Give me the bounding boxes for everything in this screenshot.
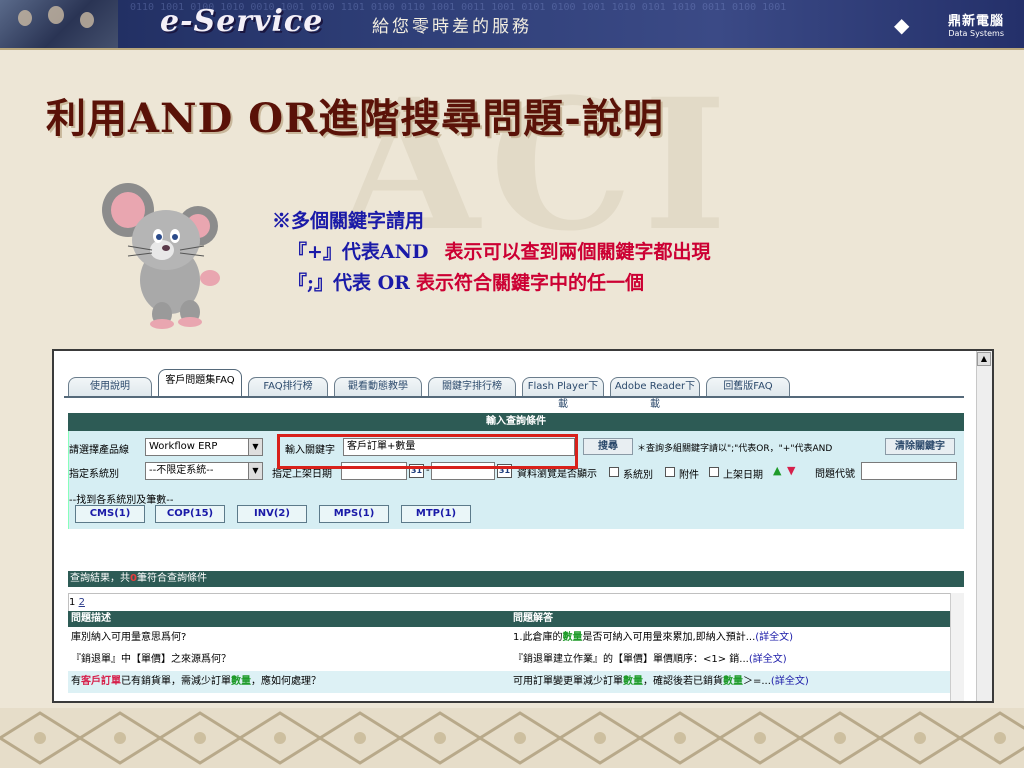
results-scrollbar[interactable] xyxy=(950,593,964,701)
product-line-value: Workflow ERP xyxy=(149,441,218,452)
result-summary: 查詢結果，共0筆符合查詢條件 xyxy=(68,571,964,587)
system-button-cop[interactable]: COP(15) xyxy=(155,505,225,523)
keyword-input[interactable]: 客戶訂單+數量 xyxy=(343,438,575,456)
date-checkbox[interactable] xyxy=(709,467,719,477)
date-checkbox-label: 上架日期 xyxy=(723,470,763,481)
note-or-symbol: 『;』代表 OR xyxy=(288,272,410,294)
read-more-link[interactable]: (詳全文) xyxy=(771,676,809,687)
tab-underline xyxy=(64,396,964,398)
banner-slogan: 給您零時差的服務 xyxy=(372,17,532,37)
calendar-icon[interactable]: 31 xyxy=(409,464,424,478)
attachment-checkbox-label: 附件 xyxy=(679,470,699,481)
read-more-link[interactable]: (詳全文) xyxy=(755,632,793,643)
system-checkbox-label: 系統別 xyxy=(623,470,653,481)
faq-web-page: ▲ 使用說明 客戶問題集FAQ FAQ排行榜 觀看動態教學 關鍵字排行榜 Fla… xyxy=(52,349,994,703)
table-row[interactable]: 『銷退單』中【單價】之來源爲何？ 『銷退單建立作業』的【單價】單價順序：<1> … xyxy=(68,649,964,671)
search-button[interactable]: 搜尋 xyxy=(583,438,633,455)
row-answer: 可用訂單變更單減少訂單數量，確認後若已銷貨數量＞=...(詳全文) xyxy=(513,676,809,687)
pager: 1 2 xyxy=(68,593,964,611)
sort-down-arrow-icon[interactable]: ▼ xyxy=(787,464,795,477)
result-prefix: 查詢結果，共 xyxy=(70,573,130,584)
calendar-icon[interactable]: 31 xyxy=(497,464,512,478)
tab-usage-guide[interactable]: 使用說明 xyxy=(68,377,152,397)
tab-video-tutorial[interactable]: 觀看動態教學 xyxy=(334,377,422,397)
tab-adobe-download[interactable]: Adobe Reader下載 xyxy=(610,377,700,410)
instruction-notes: ※多個關鍵字請用 『+』代表AND 表示可以查到兩個關鍵字都出現 『;』代表 OR… xyxy=(272,206,711,299)
date-separator: - xyxy=(426,465,430,476)
tab-flash-download[interactable]: Flash Player下載 xyxy=(522,377,604,410)
attachment-checkbox[interactable] xyxy=(665,467,675,477)
note-and-desc: 表示可以查到兩個關鍵字都出現 xyxy=(444,241,711,263)
chevron-down-icon[interactable]: ▼ xyxy=(248,439,262,455)
table-row[interactable]: 庫別納入可用量意思爲何? 1.此倉庫的數量是否可納入可用量來累加,即納入預計..… xyxy=(68,627,964,649)
search-section-title: 輸入查詢條件 xyxy=(68,413,964,431)
system-checkbox[interactable] xyxy=(609,467,619,477)
clear-keyword-button[interactable]: 清除關鍵字 xyxy=(885,438,955,455)
row-answer: 『銷退單建立作業』的【單價】單價順序：<1> 銷...(詳全文) xyxy=(513,654,787,665)
date-label: 指定上架日期 xyxy=(272,469,332,480)
note-and-symbol: 『+』代表AND xyxy=(288,241,429,263)
bottom-decoration xyxy=(0,708,1024,768)
result-count: 0 xyxy=(130,573,137,584)
results-header: 問題描述 問題解答 xyxy=(68,611,964,627)
keyword-hint: ＊查詢多組關鍵字請以";"代表OR，"+"代表AND xyxy=(637,444,833,454)
mouse-mascot-icon xyxy=(102,183,220,329)
keyword-label: 輸入關鍵字 xyxy=(285,445,335,456)
date-to-input[interactable] xyxy=(431,462,495,480)
search-conditions: 請選擇產品線 Workflow ERP ▼ 輸入關鍵字 客戶訂單+數量 搜尋 ＊… xyxy=(68,431,964,529)
system-select[interactable]: --不限定系統-- ▼ xyxy=(145,462,263,480)
tab-bar: 使用說明 客戶問題集FAQ FAQ排行榜 觀看動態教學 關鍵字排行榜 Flash… xyxy=(64,369,964,410)
results-table: 1 2 問題描述 問題解答 庫別納入可用量意思爲何? 1.此倉庫的數量是否可納入… xyxy=(68,593,964,701)
column-answer: 問題解答 xyxy=(513,613,553,624)
row-question: 『銷退單』中【單價】之來源爲何？ xyxy=(71,654,231,665)
company-name: 鼎新電腦 Data Systems xyxy=(948,10,1004,38)
banner-photo xyxy=(0,0,118,48)
scroll-up-arrow-icon[interactable]: ▲ xyxy=(977,352,991,366)
date-from-input[interactable] xyxy=(341,462,407,480)
column-question: 問題描述 xyxy=(71,613,111,624)
pager-current: 1 xyxy=(69,597,76,608)
result-suffix: 筆符合查詢條件 xyxy=(136,573,207,584)
question-code-input[interactable] xyxy=(861,462,957,480)
table-row[interactable]: 有客戶訂單已有銷貨單，需減少訂單數量，應如何處理？ 可用訂單變更單減少訂單數量，… xyxy=(68,671,964,693)
sort-up-arrow-icon[interactable]: ▲ xyxy=(773,464,781,477)
company-name-zh: 鼎新電腦 xyxy=(947,14,1004,29)
system-button-mps[interactable]: MPS(1) xyxy=(319,505,389,523)
brand-logo: e-Service xyxy=(160,4,324,39)
row-question: 庫別納入可用量意思爲何? xyxy=(71,632,187,643)
tab-keyword-ranking[interactable]: 關鍵字排行榜 xyxy=(428,377,516,397)
system-value: --不限定系統-- xyxy=(149,465,214,476)
read-more-link[interactable]: (詳全文) xyxy=(749,654,787,665)
company-name-en: Data Systems xyxy=(948,29,1004,38)
note-line-3: 『;』代表 OR 表示符合關鍵字中的任一個 xyxy=(272,268,711,299)
tab-old-faq[interactable]: 回舊版FAQ xyxy=(706,377,790,397)
pager-link-2[interactable]: 2 xyxy=(79,597,85,608)
display-options-label: 資料瀏覽是否顯示 xyxy=(517,469,597,480)
system-button-inv[interactable]: INV(2) xyxy=(237,505,307,523)
row-answer: 1.此倉庫的數量是否可納入可用量來累加,即納入預計...(詳全文) xyxy=(513,632,794,643)
search-panel: 輸入查詢條件 請選擇產品線 Workflow ERP ▼ 輸入關鍵字 客戶訂單+… xyxy=(68,413,964,529)
product-line-label: 請選擇產品線 xyxy=(69,445,129,456)
product-line-select[interactable]: Workflow ERP ▼ xyxy=(145,438,263,456)
system-label: 指定系統別 xyxy=(69,469,119,480)
tab-customer-faq[interactable]: 客戶問題集FAQ xyxy=(158,369,242,397)
note-line-2: 『+』代表AND 表示可以查到兩個關鍵字都出現 xyxy=(272,237,711,268)
top-banner: 0110 1001 0100 1010 0010 1001 0100 1101 … xyxy=(0,0,1024,50)
system-button-cms[interactable]: CMS(1) xyxy=(75,505,145,523)
slide-title: 利用AND OR進階搜尋問題-說明 xyxy=(46,95,664,142)
note-line-1: ※多個關鍵字請用 xyxy=(272,210,425,232)
question-code-label: 問題代號 xyxy=(815,469,855,480)
note-or-desc: 表示符合關鍵字中的任一個 xyxy=(415,272,644,294)
systems-heading: --找到各系統別及筆數-- xyxy=(69,495,174,506)
row-question: 有客戶訂單已有銷貨單，需減少訂單數量，應如何處理？ xyxy=(71,676,321,687)
company-logo-icon: ◆ xyxy=(894,13,910,37)
system-button-mtp[interactable]: MTP(1) xyxy=(401,505,471,523)
tab-faq-ranking[interactable]: FAQ排行榜 xyxy=(248,377,328,397)
chevron-down-icon[interactable]: ▼ xyxy=(248,463,262,479)
page-scrollbar[interactable]: ▲ xyxy=(976,351,992,701)
